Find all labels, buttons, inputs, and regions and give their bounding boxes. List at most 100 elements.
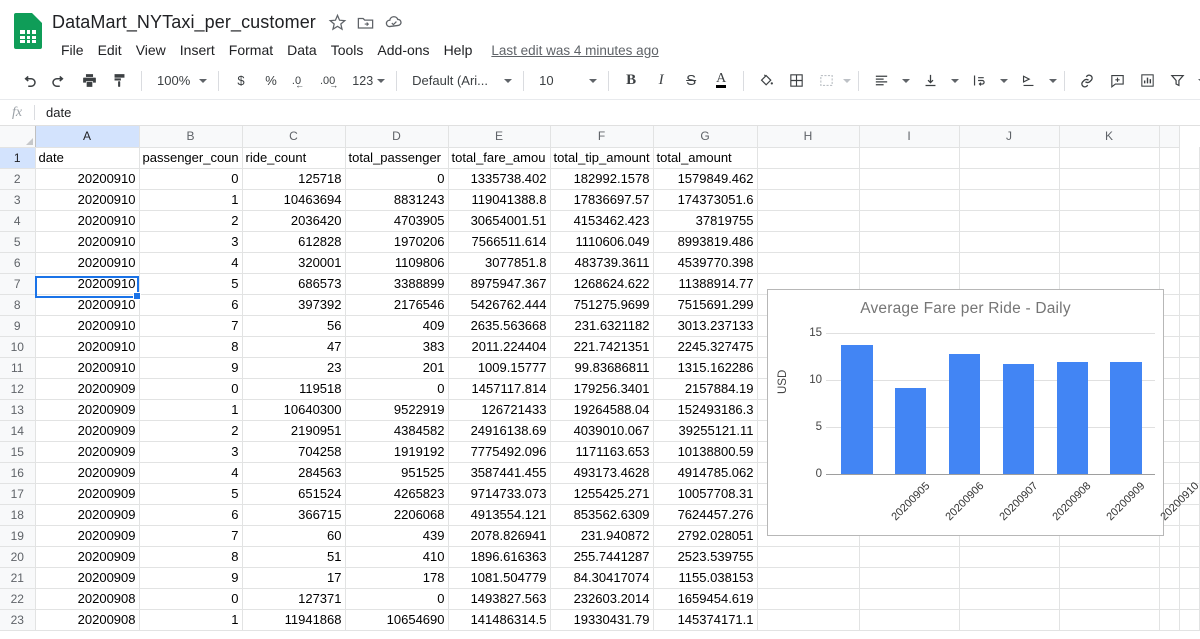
cell[interactable] (1179, 252, 1200, 274)
merge-cells-icon[interactable] (812, 67, 840, 95)
cell[interactable]: 4039010.067 (550, 420, 654, 442)
cell[interactable]: 255.7441287 (550, 546, 654, 568)
filter-icon[interactable] (1163, 67, 1191, 95)
cell[interactable]: 9522919 (345, 399, 449, 421)
cell[interactable]: 1315.162286 (653, 357, 758, 379)
cell[interactable]: 10654690 (345, 609, 449, 631)
row-header-16[interactable]: 16 (0, 462, 36, 484)
cell[interactable] (1179, 336, 1200, 358)
cell[interactable] (757, 567, 860, 589)
cell[interactable]: 20200908 (35, 588, 140, 610)
fill-color-icon[interactable] (752, 67, 780, 95)
row-header-11[interactable]: 11 (0, 357, 36, 379)
cell[interactable]: total_tip_amount (550, 147, 654, 169)
cell[interactable]: 1 (139, 189, 243, 211)
cell[interactable] (1179, 147, 1200, 169)
cell[interactable]: 201 (345, 357, 449, 379)
cell[interactable]: 125718 (242, 168, 346, 190)
cell[interactable] (1179, 441, 1200, 463)
cell[interactable] (757, 147, 860, 169)
cell[interactable] (1179, 399, 1200, 421)
cell[interactable]: 7 (139, 315, 243, 337)
cell[interactable]: 10463694 (242, 189, 346, 211)
cell[interactable]: 3 (139, 441, 243, 463)
column-header-K[interactable]: K (1059, 126, 1160, 148)
cell[interactable]: 2176546 (345, 294, 449, 316)
menu-data[interactable]: Data (280, 40, 324, 60)
star-icon[interactable] (326, 10, 350, 34)
cell[interactable] (1059, 210, 1160, 232)
cell[interactable]: 20200910 (35, 357, 140, 379)
cell[interactable]: 1171163.653 (550, 441, 654, 463)
cell[interactable] (959, 147, 1060, 169)
cell[interactable]: 2 (139, 210, 243, 232)
cell[interactable] (859, 588, 960, 610)
cell[interactable] (1059, 168, 1160, 190)
insert-comment-icon[interactable] (1103, 67, 1131, 95)
row-header-5[interactable]: 5 (0, 231, 36, 253)
cell[interactable]: 145374171.1 (653, 609, 758, 631)
row-header-18[interactable]: 18 (0, 504, 36, 526)
cell[interactable]: 3388899 (345, 273, 449, 295)
cell[interactable]: 4265823 (345, 483, 449, 505)
cell[interactable]: 4 (139, 252, 243, 274)
cell[interactable] (1159, 609, 1180, 631)
cell[interactable]: 127371 (242, 588, 346, 610)
cell[interactable]: 8993819.486 (653, 231, 758, 253)
cell[interactable] (959, 252, 1060, 274)
cell[interactable]: 119041388.8 (448, 189, 551, 211)
cell[interactable]: 2523.539755 (653, 546, 758, 568)
cell[interactable]: 1 (139, 609, 243, 631)
cell[interactable]: 2011.224404 (448, 336, 551, 358)
currency-format-button[interactable]: $ (227, 67, 255, 95)
cell[interactable]: 0 (345, 378, 449, 400)
table-row[interactable]: 4 20200910 2 2036420 4703905 30654001.51 41534… (0, 210, 1200, 232)
cell[interactable]: 320001 (242, 252, 346, 274)
cell[interactable]: 20200910 (35, 252, 140, 274)
cell[interactable] (1159, 546, 1180, 568)
cell[interactable]: 951525 (345, 462, 449, 484)
formula-input[interactable]: date (35, 100, 1200, 125)
cell[interactable] (1179, 294, 1200, 316)
cell[interactable]: passenger_coun (139, 147, 243, 169)
cell[interactable]: 20200908 (35, 609, 140, 631)
cell[interactable]: total_passenger (345, 147, 449, 169)
redo-icon[interactable] (45, 67, 73, 95)
cell[interactable]: 152493186.3 (653, 399, 758, 421)
cell[interactable]: 1493827.563 (448, 588, 551, 610)
cell[interactable]: 0 (345, 168, 449, 190)
cell[interactable]: 1268624.622 (550, 273, 654, 295)
cell[interactable] (859, 168, 960, 190)
chevron-down-icon[interactable] (1049, 78, 1058, 83)
zoom-select[interactable]: 100% (149, 68, 211, 94)
cell[interactable]: 2190951 (242, 420, 346, 442)
row-header-17[interactable]: 17 (0, 483, 36, 505)
cell[interactable]: 20200909 (35, 567, 140, 589)
table-row[interactable]: 1 date passenger_coun ride_count total_passe… (0, 147, 1200, 169)
cell[interactable] (1179, 462, 1200, 484)
row-header-22[interactable]: 22 (0, 588, 36, 610)
cell[interactable]: 1109806 (345, 252, 449, 274)
cell[interactable] (1179, 273, 1200, 295)
move-to-folder-icon[interactable] (354, 10, 378, 34)
chevron-down-icon[interactable] (951, 78, 960, 83)
cell[interactable] (1179, 315, 1200, 337)
cell[interactable]: 1155.038153 (653, 567, 758, 589)
increase-decimal-button[interactable]: .00 → (317, 67, 347, 95)
cell[interactable]: 11941868 (242, 609, 346, 631)
cell[interactable]: 20200909 (35, 420, 140, 442)
cell[interactable] (859, 189, 960, 211)
cell[interactable]: 4153462.423 (550, 210, 654, 232)
bold-button[interactable]: B (617, 67, 645, 95)
cell[interactable]: total_amount (653, 147, 758, 169)
font-size-select[interactable]: 10 (531, 68, 601, 94)
cell[interactable]: 8975947.367 (448, 273, 551, 295)
cell[interactable] (757, 588, 860, 610)
menu-format[interactable]: Format (222, 40, 280, 60)
borders-icon[interactable] (782, 67, 810, 95)
cell[interactable]: 2206068 (345, 504, 449, 526)
cell[interactable]: 6 (139, 504, 243, 526)
cell[interactable] (1159, 147, 1180, 169)
column-header-I[interactable]: I (859, 126, 960, 148)
cell[interactable]: 409 (345, 315, 449, 337)
